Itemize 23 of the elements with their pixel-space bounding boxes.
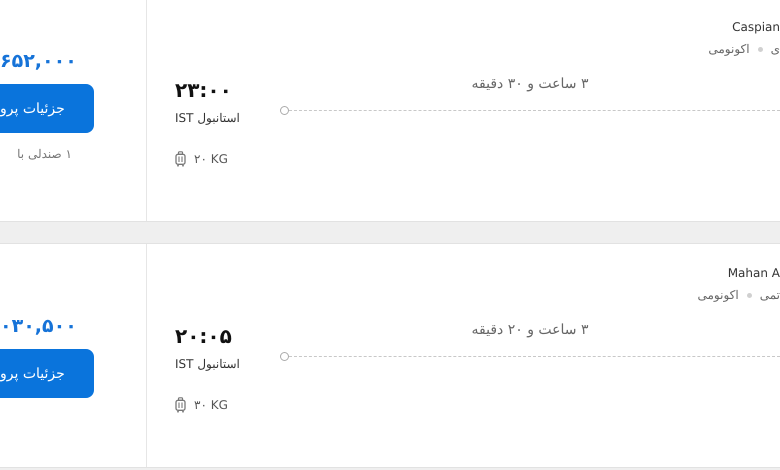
luggage-icon [175,151,186,167]
flight-duration: ۳ ساعت و ۳۰ دقیقه [470,76,590,92]
separator-dot [746,292,752,298]
luggage-icon [175,397,186,413]
departure-time: ۲۳:۰۰ [175,78,233,102]
cabin-class: اکونومی [698,288,739,302]
price: ۰۳۰,۵۰۰ [0,315,78,337]
departure-airport: استانبول IST [175,357,240,371]
baggage-allowance: ۳۰ KG [194,398,228,412]
flight-type: تمی [760,288,780,302]
flight-duration: ۳ ساعت و ۲۰ دقیقه [470,322,590,338]
departure-time: ۲۰:۰۵ [175,324,233,348]
flight-type: ی [770,42,780,56]
departure-airport: استانبول IST [175,111,240,125]
route-start-marker [280,106,289,115]
airline-name: Caspian [732,20,780,34]
airline-name: Mahan A [728,266,780,280]
baggage-allowance: ۲۰ KG [194,152,228,166]
price: ۶۵۲,۰۰۰ [0,50,78,72]
seats-left: ۱ صندلی با [16,147,72,161]
route-start-marker [280,352,289,361]
cabin-class: اکونومی [708,42,750,56]
separator-dot [758,46,763,52]
